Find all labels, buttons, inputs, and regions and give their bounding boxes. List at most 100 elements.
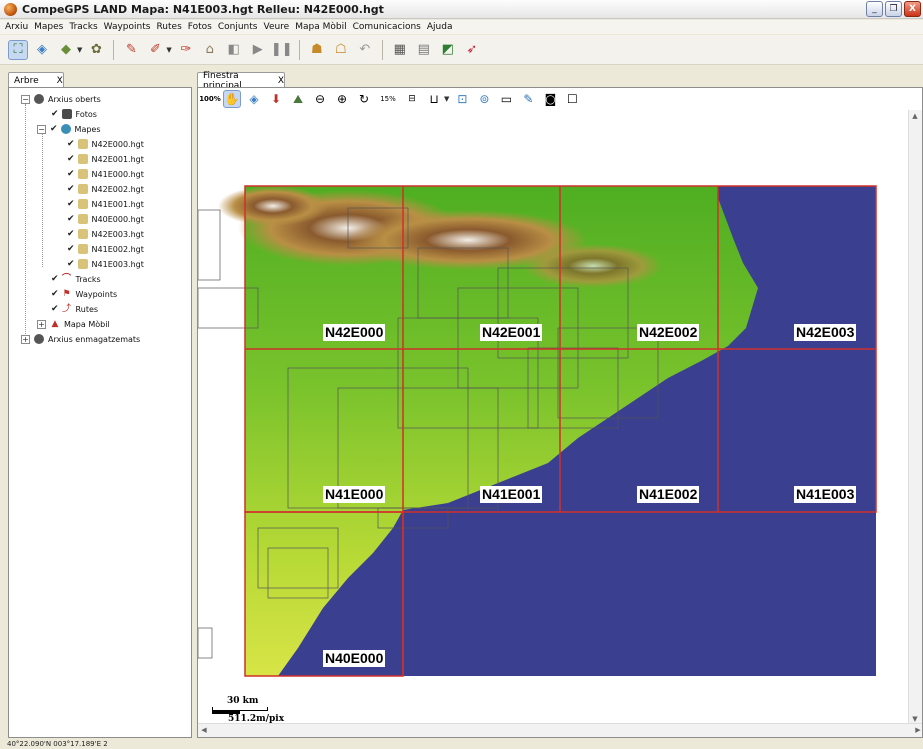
- tree-node-mobile-map[interactable]: + ▲ Mapa Mòbil: [37, 317, 110, 331]
- expand-icon[interactable]: +: [21, 334, 30, 344]
- tree-node-map-file[interactable]: ✔ N42E001.hgt: [67, 152, 144, 166]
- tab-arbre-close-icon[interactable]: X: [57, 76, 63, 86]
- tree-node-tracks[interactable]: ✔ ⌒ Tracks: [51, 272, 101, 286]
- profile-icon[interactable]: ⌂: [200, 40, 220, 60]
- checkbox-checked-icon[interactable]: ✔: [67, 169, 75, 179]
- device-icon[interactable]: ▦: [390, 40, 410, 60]
- tile-label: N41E003: [794, 486, 857, 503]
- open-map-icon[interactable]: ◈: [32, 40, 52, 60]
- checkbox-checked-icon[interactable]: ✔: [67, 199, 75, 209]
- checkbox-checked-icon[interactable]: ✔: [67, 139, 75, 149]
- map-file-icon: [77, 229, 88, 239]
- checkbox-checked-icon[interactable]: ✔: [67, 214, 75, 224]
- menu-tracks[interactable]: Tracks: [66, 22, 100, 32]
- title-bar: CompeGPS LAND Mapa: N41E003.hgt Relleu: …: [0, 0, 923, 19]
- vertical-scrollbar[interactable]: ▲ ▼: [908, 110, 922, 725]
- tree-node-open-files[interactable]: − Arxius oberts: [21, 92, 101, 106]
- tree-node-map-file[interactable]: ✔ N42E003.hgt: [67, 227, 144, 241]
- tree-label: Arxius enmagatzemats: [48, 334, 141, 344]
- tree-node-map-file[interactable]: ✔ N41E001.hgt: [67, 197, 144, 211]
- menu-arxiu[interactable]: Arxiu: [2, 22, 31, 32]
- scale-distance: 30 km: [227, 696, 259, 706]
- checkbox-checked-icon[interactable]: ✔: [67, 229, 75, 239]
- map-tools-icon[interactable]: ◆: [56, 40, 76, 60]
- tile-label: N42E000: [323, 324, 386, 341]
- checkbox-checked-icon[interactable]: ✔: [51, 274, 59, 284]
- waypoint-edit-icon[interactable]: ☖: [331, 40, 351, 60]
- tree-view-icon[interactable]: ⛶: [8, 39, 28, 60]
- tree-node-maps[interactable]: − ✔ Mapes: [37, 122, 101, 136]
- menu-rutes[interactable]: Rutes: [153, 22, 184, 32]
- menu-veure[interactable]: Veure: [260, 22, 292, 32]
- waypoint-icon[interactable]: ☗: [307, 40, 327, 60]
- map-canvas[interactable]: [198, 88, 923, 738]
- map-globe-icon: [60, 124, 71, 134]
- scroll-right-icon[interactable]: ▶: [912, 724, 922, 736]
- close-button[interactable]: X: [904, 1, 921, 17]
- device-send-icon[interactable]: ▤: [414, 40, 434, 60]
- tile-label: N40E000: [323, 650, 386, 667]
- gps-icon[interactable]: ◩: [438, 40, 458, 60]
- menu-mapa-mobil[interactable]: Mapa Mòbil: [292, 22, 349, 32]
- checkbox-checked-icon[interactable]: ✔: [67, 184, 75, 194]
- tree-label: N40E000.hgt: [91, 214, 144, 224]
- status-bar: 40°22.090'N 003°17.189'E 2: [0, 739, 923, 749]
- menu-waypoints[interactable]: Waypoints: [101, 22, 154, 32]
- tab-finestra-principal[interactable]: Finestra principal X: [197, 71, 285, 91]
- track-tools-icon[interactable]: ✑: [176, 40, 196, 60]
- map-file-icon: [77, 154, 88, 164]
- menu-fotos[interactable]: Fotos: [185, 22, 215, 32]
- menu-comunicacions[interactable]: Comunicacions: [350, 22, 424, 32]
- scroll-up-icon[interactable]: ▲: [909, 110, 921, 122]
- play-icon[interactable]: ▶: [248, 40, 268, 60]
- tile-label: N42E003: [794, 324, 857, 341]
- minimize-button[interactable]: _: [866, 1, 883, 17]
- app-window: CompeGPS LAND Mapa: N41E003.hgt Relleu: …: [0, 0, 923, 749]
- checkbox-checked-icon[interactable]: ✔: [67, 259, 75, 269]
- checkbox-checked-icon[interactable]: ✔: [67, 244, 75, 254]
- track-icon[interactable]: ✎: [121, 40, 141, 60]
- tab-arbre[interactable]: Arbre X: [8, 72, 64, 88]
- dropdown-arrow-icon[interactable]: ▼: [77, 46, 82, 54]
- checkbox-checked-icon[interactable]: ✔: [51, 289, 59, 299]
- window-controls: _ ❐ X: [866, 1, 921, 17]
- checkbox-checked-icon[interactable]: ✔: [50, 124, 58, 134]
- horizontal-scrollbar[interactable]: ◀ ▶: [198, 723, 922, 737]
- menu-ajuda[interactable]: Ajuda: [424, 22, 456, 32]
- tree-label: Mapes: [74, 124, 101, 134]
- live-track-icon[interactable]: ➶: [462, 40, 482, 60]
- collapse-icon[interactable]: −: [37, 124, 46, 134]
- tree-node-map-file[interactable]: ✔ N41E000.hgt: [67, 167, 144, 181]
- play-back-icon[interactable]: ◧: [224, 40, 244, 60]
- dropdown-arrow-icon[interactable]: ▼: [166, 46, 171, 54]
- checkbox-checked-icon[interactable]: ✔: [51, 109, 59, 119]
- tree-node-map-file[interactable]: ✔ N42E000.hgt: [67, 137, 144, 151]
- tree-panel: − Arxius oberts ✔ Fotos − ✔ Mapes ✔ N42E…: [8, 87, 192, 738]
- pause-icon[interactable]: ❚❚: [271, 40, 293, 60]
- maximize-button[interactable]: ❐: [885, 1, 902, 17]
- tile-label: N42E002: [637, 324, 700, 341]
- tree-node-stored-files[interactable]: + Arxius enmagatzemats: [21, 332, 140, 346]
- main-toolbar: ⛶ ◈ ◆ ▼ ✿ ✎ ✐ ▼ ✑ ⌂ ◧ ▶ ❚❚ ☗ ☖ ↶ ▦ ▤ ◩ ➶: [0, 35, 923, 65]
- map-settings-icon[interactable]: ✿: [86, 40, 106, 60]
- tree-node-routes[interactable]: ✔ ⤴ Rutes: [51, 302, 98, 316]
- expand-icon[interactable]: +: [37, 319, 46, 329]
- tab-finestra-close-icon[interactable]: X: [278, 76, 284, 86]
- checkbox-checked-icon[interactable]: ✔: [51, 304, 59, 314]
- tree-node-map-file[interactable]: ✔ N40E000.hgt: [67, 212, 144, 226]
- tree-label: N41E002.hgt: [91, 244, 144, 254]
- track-icon: ⌒: [62, 274, 72, 284]
- checkbox-checked-icon[interactable]: ✔: [67, 154, 75, 164]
- scroll-left-icon[interactable]: ◀: [198, 724, 210, 736]
- map-pane[interactable]: 100% ✋ ◈ ⬇ ⛰ ⊖ ⊕ ↻ 15% ⊟ ⊔ ▼ ⊡ ⊚ ▭ ✎ ◙ ☐: [197, 87, 923, 738]
- menu-mapes[interactable]: Mapes: [31, 22, 66, 32]
- tree-node-waypoints[interactable]: ✔ ⚑ Waypoints: [51, 287, 117, 301]
- tree-node-map-file[interactable]: ✔ N41E002.hgt: [67, 242, 144, 256]
- tree-node-map-file[interactable]: ✔ N41E003.hgt: [67, 257, 144, 271]
- tree-node-photos[interactable]: ✔ Fotos: [51, 107, 97, 121]
- tree-node-map-file[interactable]: ✔ N42E002.hgt: [67, 182, 144, 196]
- collapse-icon[interactable]: −: [21, 94, 30, 104]
- undo-icon[interactable]: ↶: [355, 40, 375, 60]
- menu-conjunts[interactable]: Conjunts: [215, 22, 261, 32]
- track-edit-icon[interactable]: ✐: [145, 40, 165, 60]
